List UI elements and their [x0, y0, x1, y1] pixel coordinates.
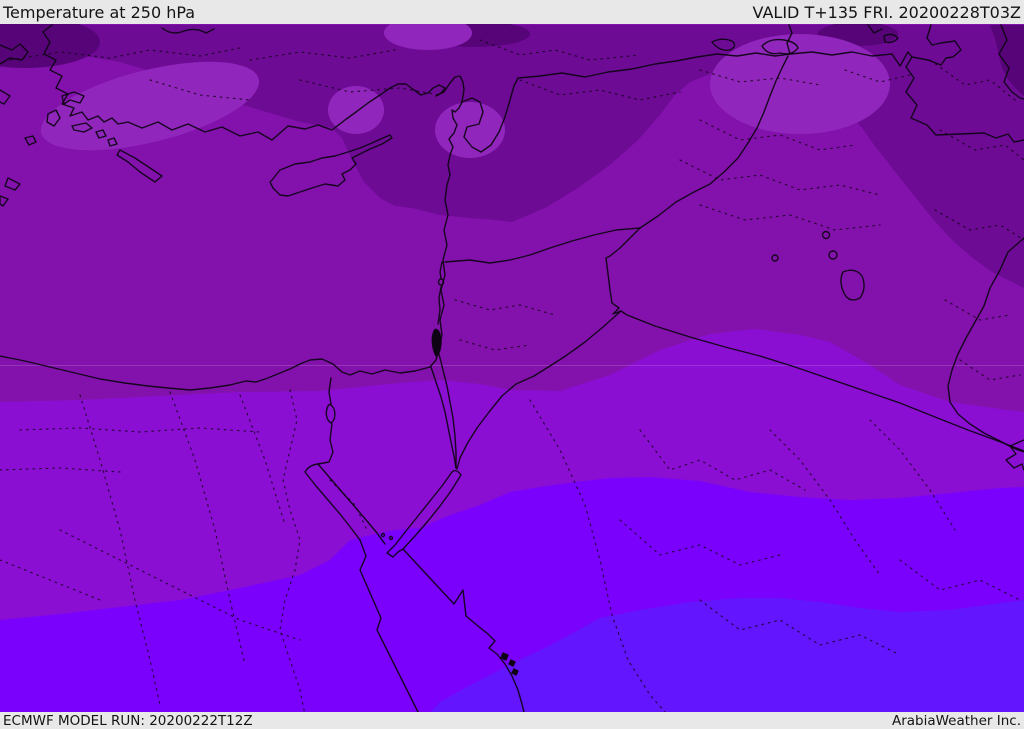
model-run-label: ECMWF MODEL RUN: 20200222T12Z [3, 712, 253, 729]
valid-time-label: VALID T+135 FRI. 20200228T03Z [752, 2, 1021, 22]
dead-sea [431, 328, 442, 357]
latitude-artifact-line [0, 365, 1024, 366]
temperature-bands [0, 0, 1024, 729]
footer-bar: ECMWF MODEL RUN: 20200222T12Z ArabiaWeat… [0, 712, 1024, 729]
brand-credit: ArabiaWeather Inc. [891, 712, 1021, 729]
weather-map [0, 0, 1024, 729]
map-title: Temperature at 250 hPa [3, 2, 196, 22]
header-bar: Temperature at 250 hPa VALID T+135 FRI. … [0, 0, 1024, 24]
